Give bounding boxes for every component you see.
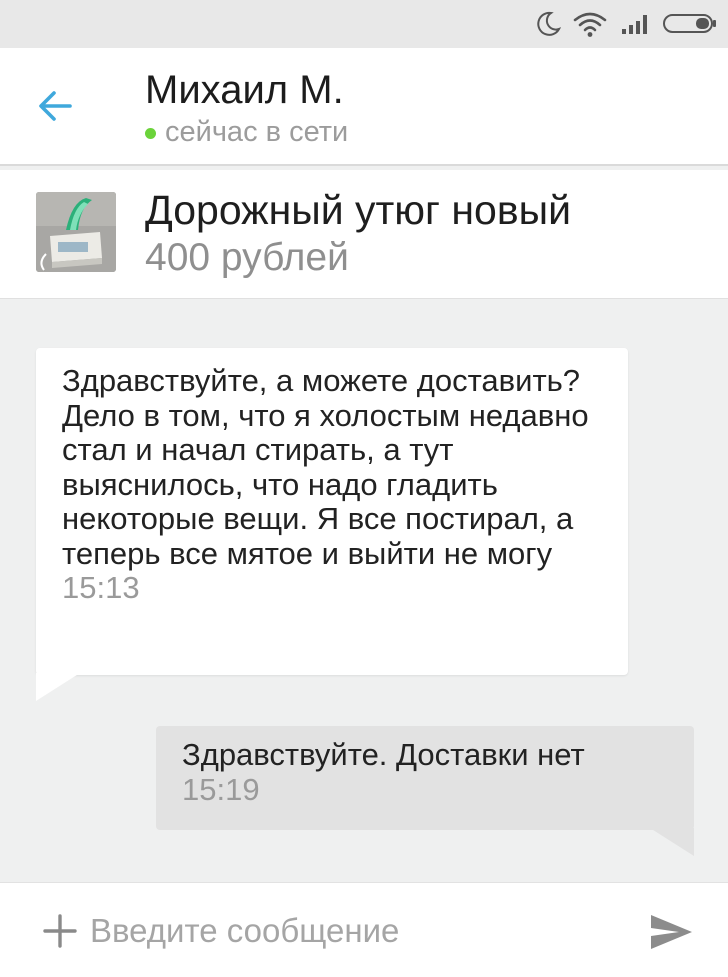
- message-text: Здравствуйте. Доставки нет: [182, 737, 585, 772]
- signal-icon: [622, 15, 647, 34]
- plus-icon: [43, 914, 77, 948]
- chat-header: Михаил М. сейчас в сети: [0, 48, 728, 166]
- send-button[interactable]: [648, 911, 694, 953]
- moon-icon: [537, 11, 562, 36]
- listing-card[interactable]: Дорожный утюг новый 400 рублей: [0, 170, 728, 299]
- message-time: 15:13: [62, 570, 140, 605]
- bubble-tail: [36, 673, 80, 701]
- arrow-left-icon: [39, 91, 72, 121]
- send-icon: [651, 915, 692, 949]
- chat-screen: Михаил М. сейчас в сети Дорожный утюг но…: [0, 0, 728, 977]
- listing-price: 400 рублей: [145, 236, 349, 279]
- message-composer: [0, 882, 728, 977]
- presence-status: сейчас в сети: [145, 118, 348, 147]
- iron-photo: [36, 192, 116, 272]
- contact-name[interactable]: Михаил М.: [145, 70, 344, 110]
- message-time: 15:19: [182, 771, 260, 807]
- status-bar: [0, 0, 728, 48]
- listing-title[interactable]: Дорожный утюг новый: [145, 190, 571, 231]
- message-input[interactable]: [90, 905, 610, 957]
- message-text: Здравствуйте, а можете доставить? Дело в…: [62, 363, 589, 571]
- presence-label: сейчас в сети: [165, 116, 349, 148]
- attach-button[interactable]: [42, 913, 78, 949]
- wifi-icon: [573, 12, 607, 37]
- battery-icon: [663, 14, 716, 33]
- online-indicator: [145, 128, 156, 139]
- back-button[interactable]: [30, 82, 86, 130]
- message-incoming[interactable]: Здравствуйте, а можете доставить? Дело в…: [36, 348, 628, 675]
- bubble-tail: [650, 828, 694, 856]
- listing-thumbnail[interactable]: [36, 192, 116, 272]
- message-outgoing[interactable]: Здравствуйте. Доставки нет 15:19: [156, 726, 694, 830]
